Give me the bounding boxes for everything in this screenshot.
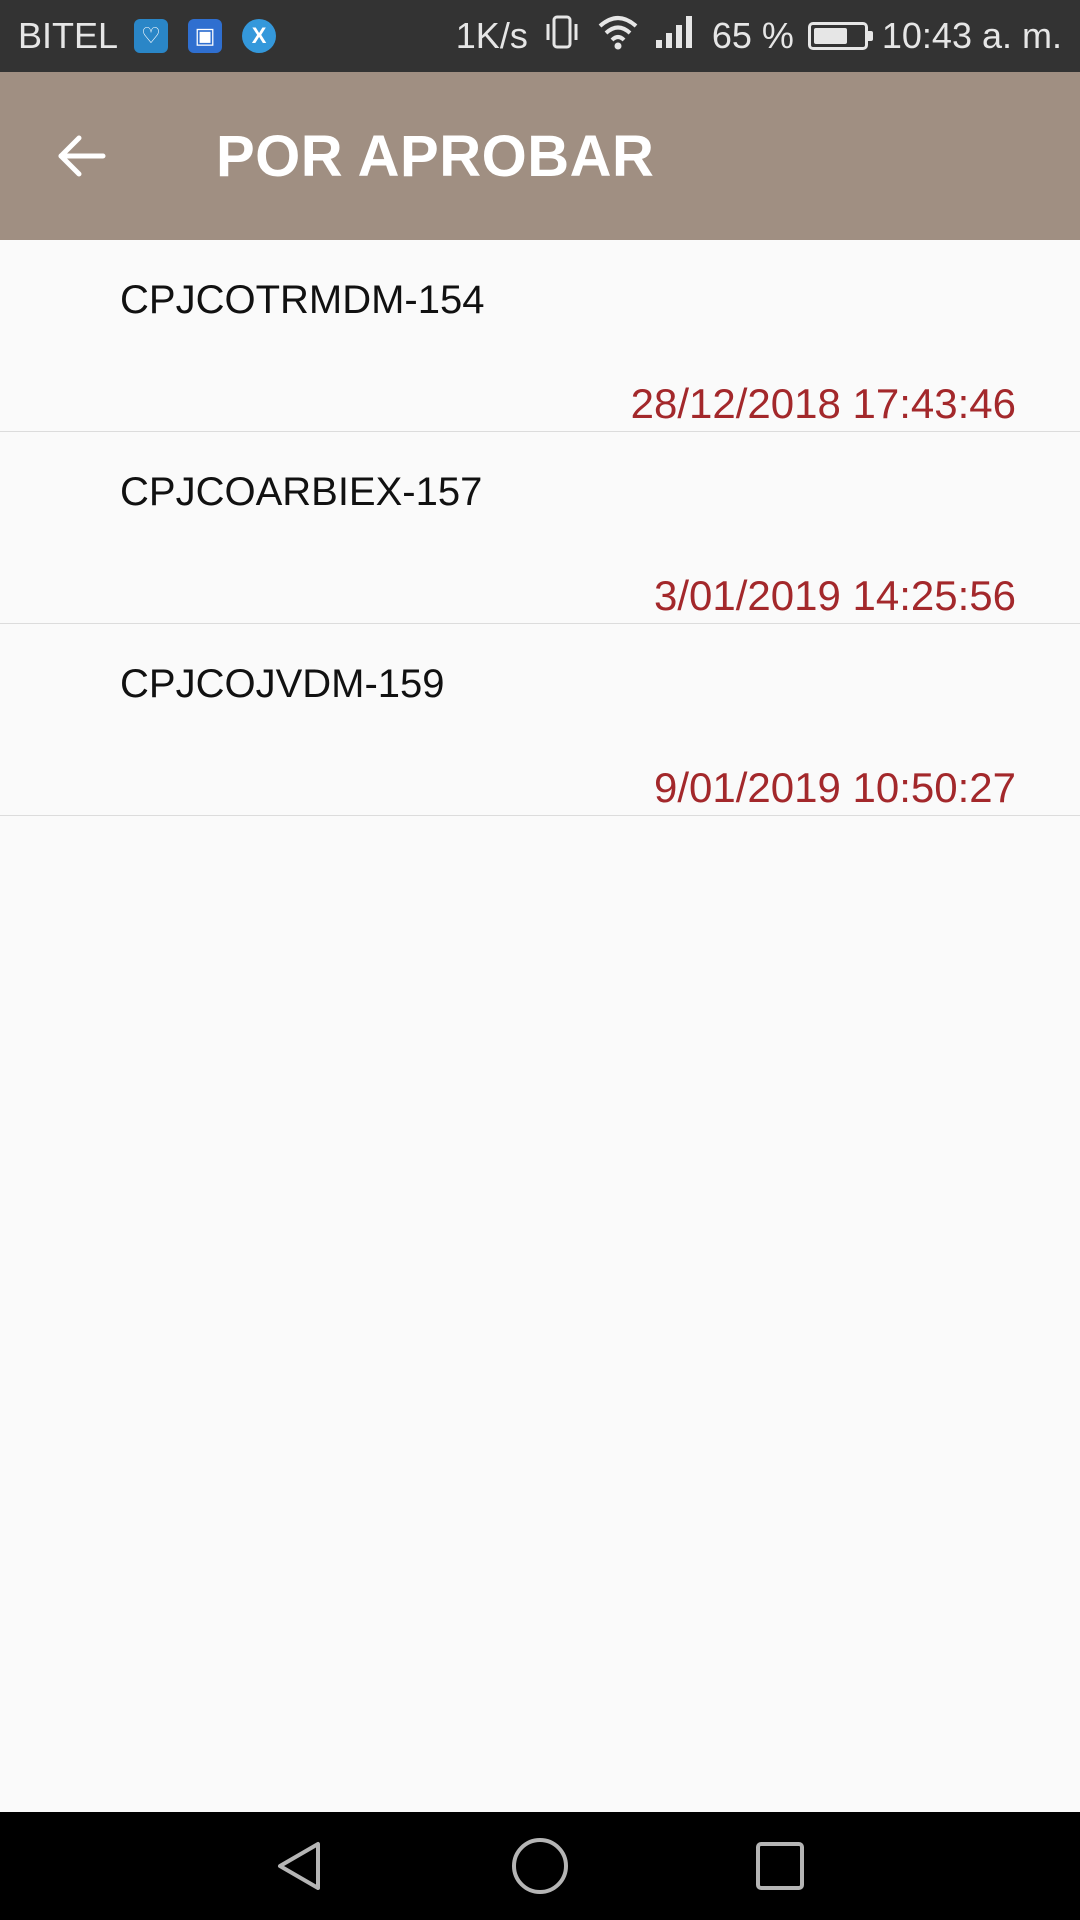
item-code: CPJCOJVDM-159 xyxy=(120,662,445,706)
list-item[interactable]: CPJCOARBIEX-157 3/01/2019 14:25:56 xyxy=(0,432,1080,624)
status-bar-right: 1K/s 65 % 10:43 a. m. xyxy=(442,12,1080,61)
gallery-app-icon: ▣ xyxy=(188,19,223,53)
item-code: CPJCOARBIEX-157 xyxy=(120,470,483,514)
signal-icon xyxy=(654,12,698,61)
battery-level xyxy=(813,28,847,44)
navigation-bar xyxy=(0,1812,1080,1920)
xamarin-app-icon: X xyxy=(242,19,277,53)
wifi-icon xyxy=(596,12,640,61)
item-date: 9/01/2019 10:50:27 xyxy=(653,764,1016,811)
status-bar-left: BITEL ♡ ▣ X xyxy=(0,15,296,57)
circle-home-icon xyxy=(512,1838,568,1894)
vibrate-icon xyxy=(542,12,582,61)
triangle-back-icon xyxy=(278,1842,320,1890)
app-bar: POR APROBAR xyxy=(0,72,1080,240)
list-item[interactable]: CPJCOJVDM-159 9/01/2019 10:50:27 xyxy=(0,624,1080,816)
battery-percent: 65 % xyxy=(711,15,794,56)
net-speed: 1K/s xyxy=(455,15,528,56)
health-app-icon: ♡ xyxy=(134,19,169,53)
arrow-back-icon xyxy=(58,135,106,177)
item-date: 28/12/2018 17:43:46 xyxy=(630,380,1016,427)
page-title: POR APROBAR xyxy=(216,123,655,189)
item-code: CPJCOTRMDM-154 xyxy=(120,278,485,322)
nav-back-button[interactable] xyxy=(240,1812,360,1920)
carrier-label: BITEL xyxy=(18,15,119,56)
clock: 10:43 a. m. xyxy=(881,15,1062,56)
square-recents-icon xyxy=(756,1842,804,1890)
screen: BITEL ♡ ▣ X 1K/s 65 % 10:43 a. m. POR AP… xyxy=(0,0,1080,1920)
back-button[interactable] xyxy=(36,111,126,201)
list-item[interactable]: CPJCOTRMDM-154 28/12/2018 17:43:46 xyxy=(0,240,1080,432)
battery-icon xyxy=(807,22,873,50)
nav-recents-button[interactable] xyxy=(720,1812,840,1920)
pending-approval-list: CPJCOTRMDM-154 28/12/2018 17:43:46 CPJCO… xyxy=(0,240,1080,816)
nav-home-button[interactable] xyxy=(480,1812,600,1920)
status-bar: BITEL ♡ ▣ X 1K/s 65 % 10:43 a. m. xyxy=(0,0,1080,72)
item-date: 3/01/2019 14:25:56 xyxy=(653,572,1016,619)
